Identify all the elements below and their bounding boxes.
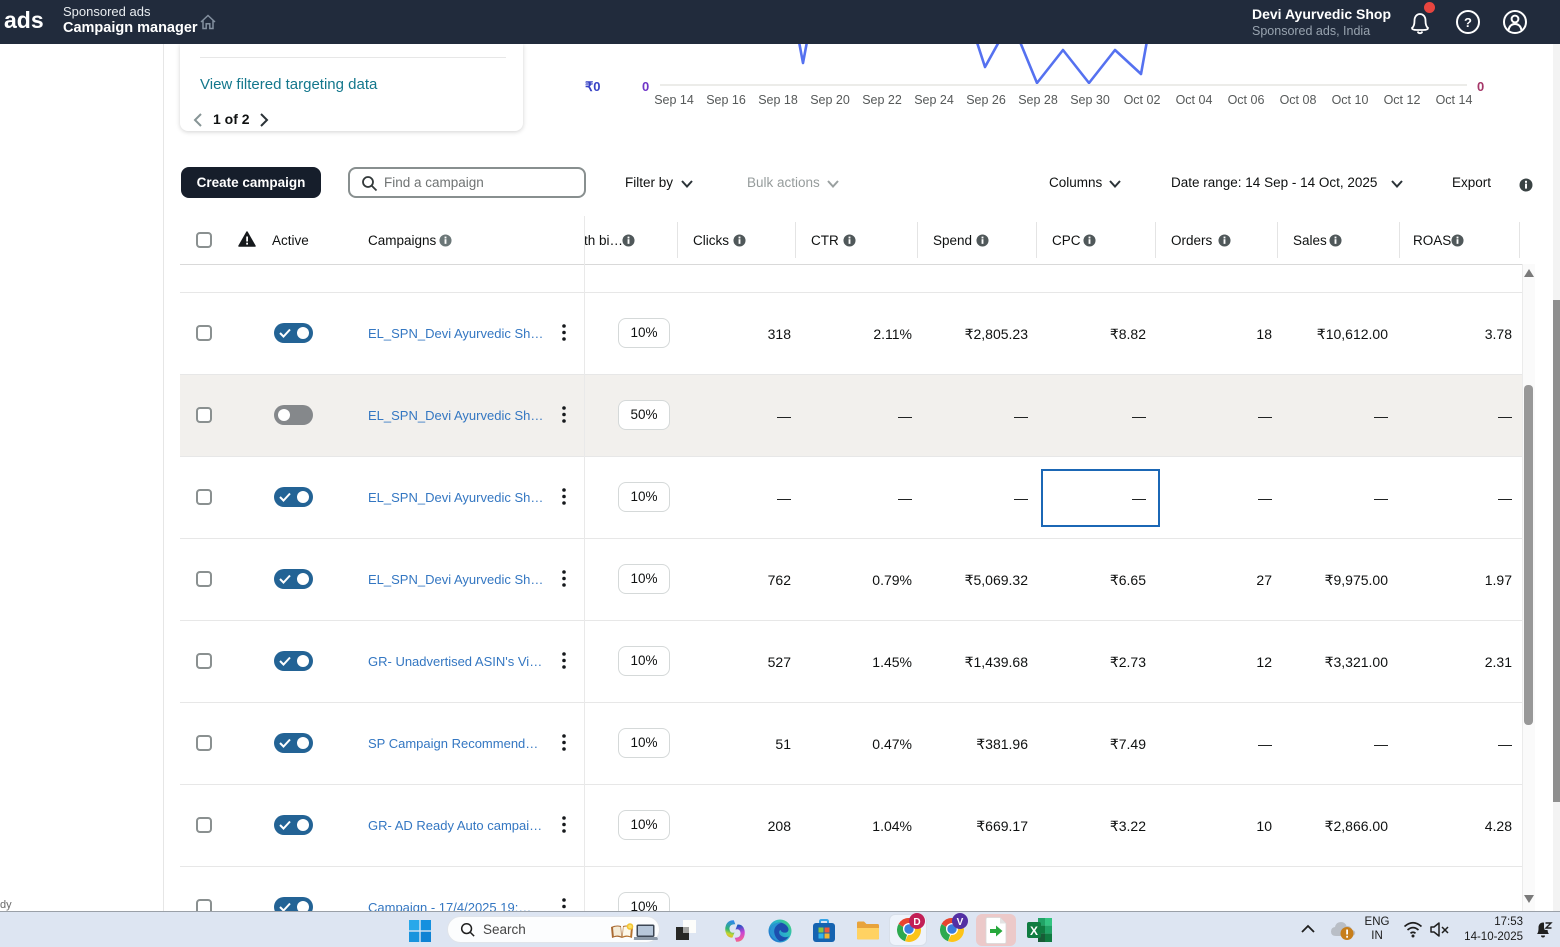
- svg-text:D: D: [913, 917, 920, 928]
- svg-text:?: ?: [1464, 15, 1472, 30]
- svg-text:X: X: [1030, 924, 1038, 938]
- svg-text:V: V: [957, 917, 964, 928]
